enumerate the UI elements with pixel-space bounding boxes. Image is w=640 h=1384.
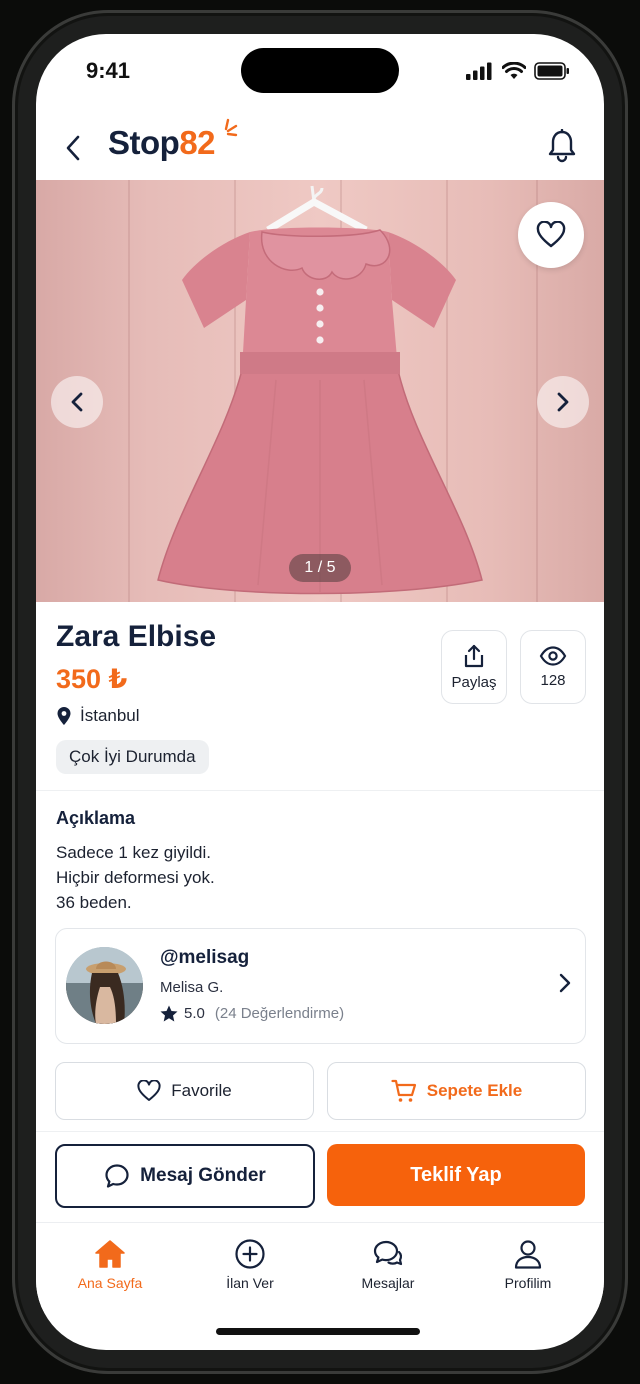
status-time: 9:41 bbox=[86, 58, 131, 83]
chat-icon bbox=[373, 1240, 403, 1266]
tab-label: Mesajlar bbox=[361, 1275, 415, 1291]
section-divider bbox=[36, 1131, 604, 1132]
cart-icon bbox=[391, 1079, 416, 1102]
seller-handle: @melisag bbox=[160, 947, 250, 968]
description-line: Hiçbir deformesi yok. bbox=[56, 868, 215, 887]
share-label: Paylaş bbox=[451, 673, 497, 691]
battery-icon bbox=[534, 62, 569, 80]
chat-bubble-icon bbox=[105, 1164, 129, 1188]
home-icon bbox=[95, 1240, 125, 1268]
share-icon bbox=[464, 644, 484, 667]
app-screen: 9:41 Stop82 1 / 5 Zara Elbise 350 ₺ İsta… bbox=[36, 34, 604, 1350]
tab-messages[interactable]: Mesajlar bbox=[333, 1239, 443, 1291]
logo-text-primary: Stop bbox=[108, 124, 180, 161]
logo-text-accent: 82 bbox=[179, 124, 216, 161]
user-icon bbox=[514, 1240, 542, 1269]
description-text: Sadece 1 kez giyildi. Hiçbir deformesi y… bbox=[56, 840, 215, 915]
chevron-right-icon bbox=[559, 973, 571, 993]
favorite-label: Favorile bbox=[171, 1081, 232, 1100]
dynamic-island bbox=[241, 48, 399, 93]
condition-badge: Çok İyi Durumda bbox=[56, 740, 209, 774]
product-title: Zara Elbise bbox=[56, 620, 217, 653]
status-bar: 9:41 bbox=[36, 34, 604, 114]
next-image-button[interactable] bbox=[537, 376, 589, 428]
signal-icon bbox=[466, 62, 492, 80]
avatar-photo bbox=[66, 947, 143, 1024]
app-logo[interactable]: Stop82 bbox=[108, 124, 216, 162]
chevron-left-icon bbox=[66, 135, 80, 161]
share-button[interactable]: Paylaş bbox=[441, 630, 507, 704]
home-indicator bbox=[216, 1328, 420, 1335]
tab-profile[interactable]: Profilim bbox=[473, 1239, 583, 1291]
plus-circle-icon bbox=[235, 1239, 265, 1269]
chevron-left-icon bbox=[71, 392, 83, 412]
previous-image-button[interactable] bbox=[51, 376, 103, 428]
eye-icon bbox=[539, 645, 567, 666]
tab-label: Ana Sayfa bbox=[77, 1275, 143, 1291]
bottom-tab-bar: Ana Sayfa İlan Ver Mesajlar Profilim bbox=[36, 1222, 604, 1311]
rating-value: 5.0 bbox=[184, 1005, 205, 1022]
seller-name: Melisa G. bbox=[160, 979, 224, 996]
seller-avatar bbox=[66, 947, 143, 1024]
status-icons bbox=[466, 62, 570, 80]
add-to-cart-label: Sepete Ekle bbox=[426, 1081, 523, 1100]
send-message-label: Mesaj Gönder bbox=[140, 1165, 266, 1186]
heart-icon bbox=[137, 1080, 161, 1101]
section-divider bbox=[36, 790, 604, 791]
description-line: 36 beden. bbox=[56, 893, 132, 912]
review-count: (24 Değerlendirme) bbox=[214, 1005, 345, 1022]
views-counter: 128 bbox=[520, 630, 586, 704]
app-header: Stop82 bbox=[36, 118, 604, 178]
favorite-button[interactable]: Favorile bbox=[55, 1062, 314, 1120]
star-icon bbox=[160, 1005, 178, 1022]
bell-icon bbox=[548, 129, 576, 163]
send-message-button[interactable]: Mesaj Gönder bbox=[55, 1144, 315, 1208]
heart-icon bbox=[536, 221, 566, 248]
seller-card[interactable]: @melisag Melisa G. 5.0 (24 Değerlendirme… bbox=[55, 928, 586, 1044]
image-counter: 1 / 5 bbox=[289, 554, 351, 582]
views-count: 128 bbox=[540, 671, 566, 689]
location-text: İstanbul bbox=[80, 706, 140, 725]
logo-spark-icon bbox=[224, 118, 238, 137]
tab-label: Profilim bbox=[504, 1275, 552, 1291]
back-button[interactable] bbox=[58, 128, 88, 168]
notifications-button[interactable] bbox=[544, 124, 580, 168]
description-heading: Açıklama bbox=[56, 808, 136, 828]
chevron-right-icon bbox=[557, 392, 569, 412]
tab-label: İlan Ver bbox=[226, 1275, 274, 1291]
tab-home[interactable]: Ana Sayfa bbox=[55, 1239, 165, 1291]
location-pin-icon bbox=[57, 707, 71, 725]
add-to-cart-button[interactable]: Sepete Ekle bbox=[327, 1062, 586, 1120]
product-price: 350 ₺ bbox=[56, 664, 128, 694]
tab-post-listing[interactable]: İlan Ver bbox=[195, 1239, 305, 1291]
product-location: İstanbul bbox=[56, 706, 140, 726]
description-line: Sadece 1 kez giyildi. bbox=[56, 843, 211, 862]
make-offer-button[interactable]: Teklif Yap bbox=[327, 1144, 585, 1206]
product-image-gallery[interactable]: 1 / 5 bbox=[36, 180, 604, 602]
favorite-toggle-button[interactable] bbox=[518, 202, 584, 268]
seller-rating: 5.0 (24 Değerlendirme) bbox=[160, 1005, 344, 1022]
wifi-icon bbox=[502, 62, 526, 79]
